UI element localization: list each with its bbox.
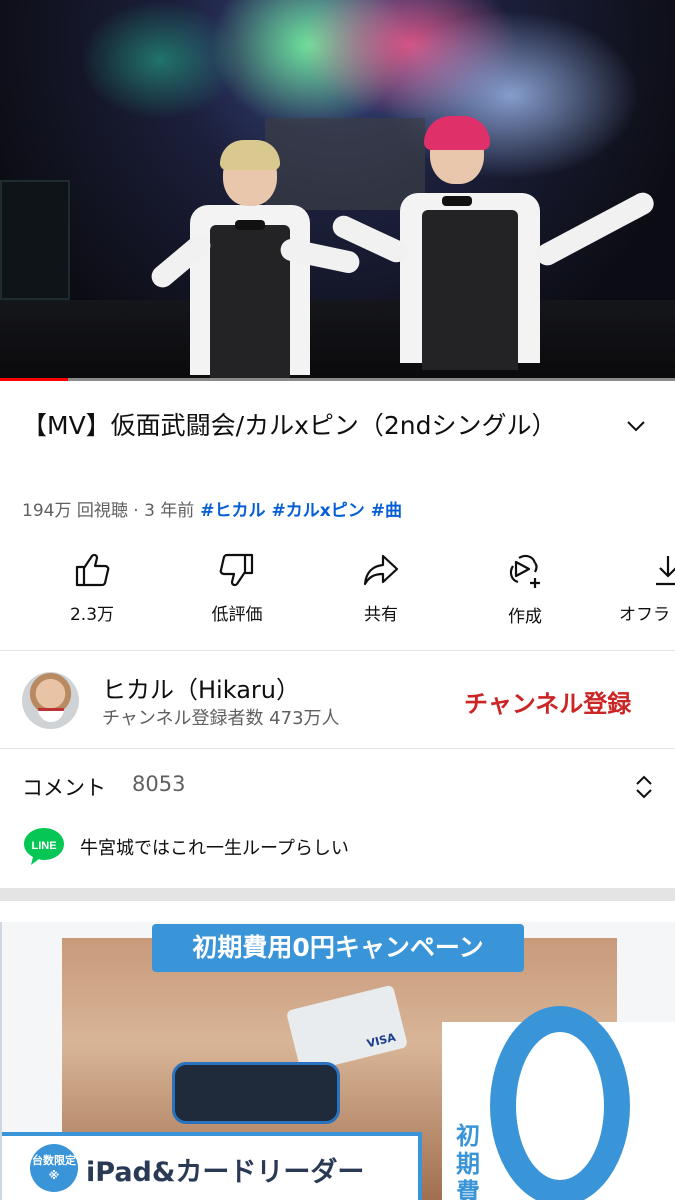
limited-badge: 台数限定※ — [30, 1144, 78, 1192]
download-icon — [656, 556, 675, 586]
share-label: 共有 — [364, 605, 398, 625]
share-icon — [363, 554, 399, 586]
download-button[interactable]: オフラ — [612, 552, 675, 625]
line-avatar-icon: LINE — [24, 828, 64, 865]
divider — [0, 748, 675, 749]
create-remix-icon — [509, 554, 540, 588]
section-separator — [0, 888, 675, 901]
hashtag-link[interactable]: #ヒカル — [200, 501, 265, 521]
thumbs-up-icon — [75, 553, 110, 587]
dislike-label: 低評価 — [211, 605, 263, 625]
video-player[interactable] — [0, 0, 675, 381]
video-title[interactable]: 【MV】仮面武闘会/カルxピン（2ndシングル） — [22, 406, 582, 446]
thumbs-down-icon — [219, 553, 254, 587]
video-meta[interactable]: 194万 回視聴 · 3 年前 #ヒカル #カルxピン #曲 — [22, 496, 402, 521]
stage-speaker — [0, 180, 70, 300]
hashtag-link[interactable]: #曲 — [371, 501, 402, 521]
expand-comments-icon[interactable] — [632, 774, 656, 800]
channel-name[interactable]: ヒカル（Hikaru） — [102, 670, 300, 705]
download-label: オフラ — [619, 605, 670, 625]
ad-banner[interactable]: VISA 初期費用0円キャンペーン 初期費用 台数限定※ iPad&カードリーダ… — [0, 922, 675, 1200]
divider — [0, 650, 675, 651]
ad-product-text: iPad&カードリーダー — [86, 1157, 365, 1188]
create-button[interactable]: 作成 — [475, 552, 575, 627]
chevron-down-icon[interactable] — [624, 416, 648, 436]
ad-campaign-banner: 初期費用0円キャンペーン — [152, 924, 524, 972]
card-reader-image — [172, 1062, 340, 1124]
line-avatar-text: LINE — [31, 840, 56, 852]
comments-count: 8053 — [132, 772, 186, 796]
comments-label[interactable]: コメント — [22, 772, 106, 802]
top-comment-text[interactable]: 牛宮城ではこれ一生ループらしい — [80, 834, 349, 860]
dancer-left — [147, 140, 362, 381]
avatar-mouth — [38, 708, 64, 722]
channel-avatar[interactable] — [22, 672, 79, 729]
ad-zero-graphic — [490, 1006, 630, 1200]
ad-vertical-text: 初期費用 — [456, 1122, 480, 1200]
like-count: 2.3万 — [69, 605, 115, 625]
share-button[interactable]: 共有 — [331, 552, 431, 625]
create-label: 作成 — [508, 607, 542, 627]
video-progress-track[interactable] — [0, 378, 675, 381]
hashtag-link[interactable]: #カルxピン — [272, 501, 365, 521]
view-count-and-date: 194万 回視聴 · 3 年前 — [22, 501, 195, 521]
like-button[interactable]: 2.3万 — [42, 552, 142, 625]
video-progress-fill — [0, 378, 68, 381]
card-brand: VISA — [365, 1030, 397, 1051]
subscriber-count: チャンネル登録者数 473万人 — [102, 708, 340, 729]
dancer-right — [329, 116, 660, 380]
subscribe-button[interactable]: チャンネル登録 — [464, 684, 631, 719]
action-row: 2.3万 低評価 共有 作成 オフラ — [0, 552, 675, 632]
dislike-button[interactable]: 低評価 — [187, 552, 287, 625]
